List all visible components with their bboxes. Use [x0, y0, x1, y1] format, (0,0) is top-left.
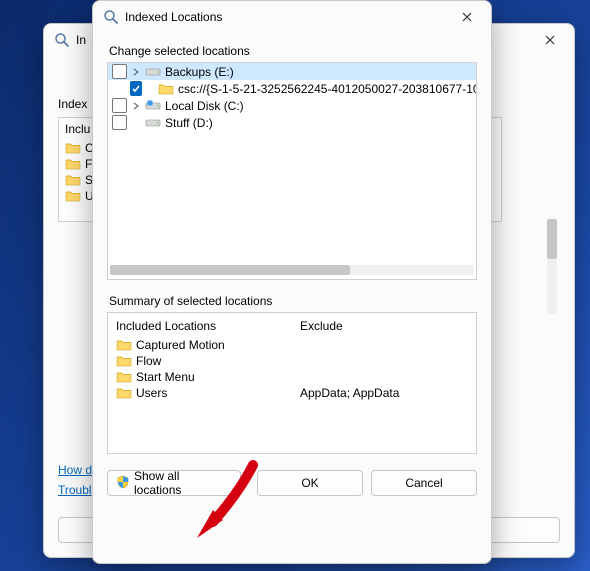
dialog-close-button[interactable]	[449, 3, 485, 31]
tree-row-label: Backups (E:)	[165, 65, 234, 79]
back-link-2[interactable]: Troubl	[58, 483, 92, 497]
show-all-locations-button[interactable]: Show all locations	[107, 470, 241, 496]
summary-exclude-item: AppData; AppData	[300, 385, 468, 401]
tree-checkbox[interactable]	[112, 64, 127, 79]
ok-button[interactable]: OK	[257, 470, 363, 496]
folder-icon	[65, 188, 81, 204]
summary-included-column: Included Locations Captured Motion Flow St…	[108, 313, 292, 453]
drive-icon	[145, 64, 161, 80]
tree-row[interactable]: csc://{S-1-5-21-3252562245-4012050027-20…	[108, 80, 476, 97]
summary-included-item[interactable]: Captured Motion	[116, 337, 284, 353]
back-link-1[interactable]: How d	[58, 463, 92, 477]
magnifier-icon	[54, 32, 70, 48]
ok-label: OK	[301, 476, 318, 490]
summary-label: Summary of selected locations	[109, 294, 477, 308]
summary-exclude-item	[300, 369, 468, 385]
osdrive-icon	[145, 98, 161, 114]
summary-exclude-item	[300, 353, 468, 369]
back-listbox-scrollbar[interactable]	[544, 219, 560, 314]
summary-item-label: Flow	[136, 354, 161, 368]
summary-panel: Included Locations Captured Motion Flow St…	[107, 312, 477, 454]
folder-icon	[65, 156, 81, 172]
magnifier-icon	[103, 9, 119, 25]
summary-exclude-item	[300, 337, 468, 353]
tree-checkbox[interactable]	[112, 98, 127, 113]
folder-icon	[116, 337, 132, 353]
chevron-right-icon[interactable]	[131, 67, 141, 77]
locations-tree[interactable]: Backups (E:) csc://{S-1-5-21-3252562245-4…	[107, 62, 477, 280]
tree-checkbox[interactable]	[112, 115, 127, 130]
tree-row-label: csc://{S-1-5-21-3252562245-4012050027-20…	[178, 82, 477, 96]
summary-included-header[interactable]: Included Locations	[116, 319, 284, 333]
summary-exclude-header[interactable]: Exclude	[300, 319, 468, 333]
chevron-right-icon[interactable]	[131, 101, 141, 111]
tree-row-label: Local Disk (C:)	[165, 99, 244, 113]
folder-icon	[116, 353, 132, 369]
drive-icon	[145, 115, 161, 131]
cancel-label: Cancel	[405, 476, 442, 490]
back-close-button[interactable]	[532, 26, 568, 54]
shield-icon	[116, 475, 130, 492]
tree-row[interactable]: Stuff (D:)	[108, 114, 476, 131]
dialog-button-row: Show all locations OK Cancel	[107, 470, 477, 496]
back-title: In	[76, 33, 86, 47]
summary-item-label: Start Menu	[136, 370, 195, 384]
folder-icon	[116, 385, 132, 401]
folder-icon	[158, 81, 174, 97]
folder-icon	[116, 369, 132, 385]
tree-horizontal-scrollbar[interactable]	[110, 263, 474, 277]
summary-included-item[interactable]: Flow	[116, 353, 284, 369]
back-links: How d Troubl	[58, 457, 92, 497]
summary-exclude-column: Exclude AppData; AppData	[292, 313, 476, 453]
summary-included-item[interactable]: Users	[116, 385, 284, 401]
summary-item-label: Users	[136, 386, 167, 400]
folder-icon	[65, 140, 81, 156]
summary-exclude-label: AppData; AppData	[300, 386, 399, 400]
dialog-body: Change selected locations Backups (E:) cs…	[93, 34, 491, 506]
tree-row-label: Stuff (D:)	[165, 116, 213, 130]
tree-row[interactable]: Local Disk (C:)	[108, 97, 476, 114]
cancel-button[interactable]: Cancel	[371, 470, 477, 496]
change-locations-label: Change selected locations	[109, 44, 477, 58]
indexed-locations-dialog: Indexed Locations Change selected locati…	[92, 0, 492, 564]
tree-row[interactable]: Backups (E:)	[108, 63, 476, 80]
tree-checkbox[interactable]	[130, 81, 142, 96]
dialog-titlebar: Indexed Locations	[93, 1, 491, 34]
desktop-background: In Index Inclu CFSU How d Troubl	[0, 0, 590, 571]
folder-icon	[65, 172, 81, 188]
dialog-title: Indexed Locations	[125, 10, 222, 24]
summary-item-label: Captured Motion	[136, 338, 225, 352]
summary-included-item[interactable]: Start Menu	[116, 369, 284, 385]
show-all-locations-label: Show all locations	[134, 469, 228, 497]
